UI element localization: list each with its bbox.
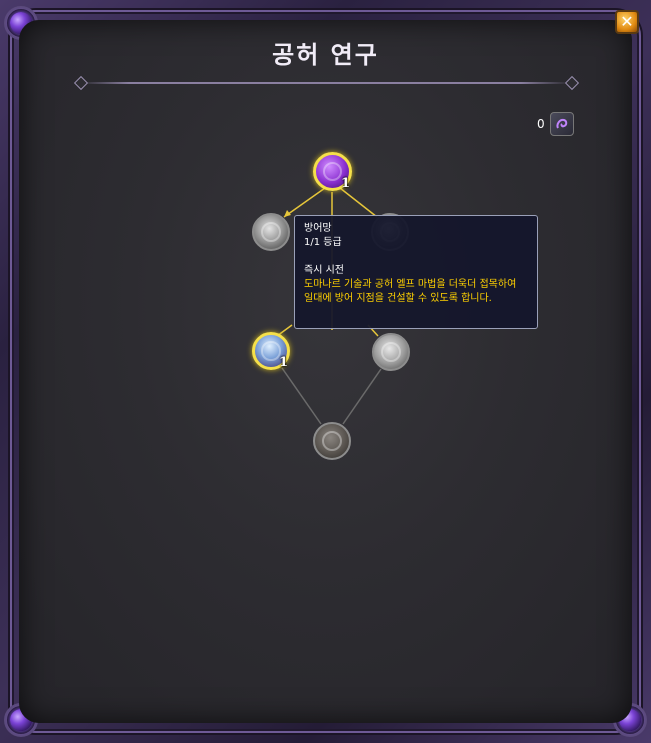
void-claw-icon xyxy=(322,161,343,182)
window-frame: 공허 연구 ✕ 0 1 1 방어망 1/1 등급 즉시 시전 도마나르 기술과 … xyxy=(0,0,651,743)
talent-node-left-second[interactable] xyxy=(252,213,290,251)
helmet-icon xyxy=(260,221,282,243)
link-left-to-bottom xyxy=(281,367,322,425)
talent-node-bottom[interactable] xyxy=(313,422,351,460)
beast-icon xyxy=(321,430,343,452)
link-right-to-bottom xyxy=(342,368,382,425)
tooltip-talent-rank: 1/1 등급 xyxy=(304,237,342,248)
link-top-to-left xyxy=(283,187,326,218)
talent-node-right-third[interactable] xyxy=(372,333,410,371)
tooltip-description: 도마나르 기술과 공허 엘프 마법을 더욱더 접목하여 일대에 방어 지점을 건… xyxy=(304,279,517,304)
talent-links xyxy=(276,187,382,425)
talent-node-armor-shield[interactable]: 1 xyxy=(252,332,290,370)
talent-rank: 1 xyxy=(278,355,288,370)
spiked-orb-icon xyxy=(380,341,402,363)
tooltip-talent-name: 방어망 xyxy=(304,223,332,234)
tooltip-cast-time: 즉시 시전 xyxy=(304,265,344,276)
link-top-to-right xyxy=(339,187,378,218)
talent-node-void-top[interactable]: 1 xyxy=(313,152,352,191)
armor-icon xyxy=(261,341,281,361)
talent-rank: 1 xyxy=(340,176,350,191)
talent-tooltip: 방어망 1/1 등급 즉시 시전 도마나르 기술과 공허 엘프 마법을 더욱더 … xyxy=(294,215,538,329)
